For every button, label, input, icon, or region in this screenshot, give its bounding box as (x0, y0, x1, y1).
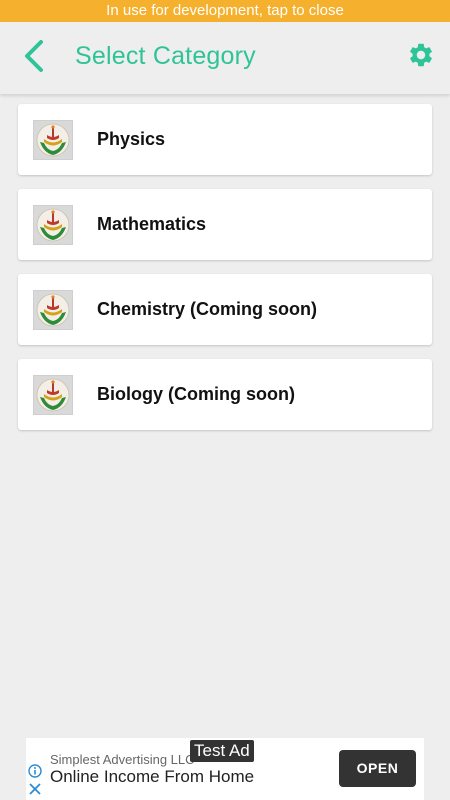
dev-banner[interactable]: In use for development, tap to close (0, 0, 450, 22)
info-icon[interactable] (28, 764, 42, 778)
ad-headline[interactable]: Online Income From Home (50, 767, 254, 787)
ad-advertiser: Simplest Advertising LLC (50, 752, 195, 767)
emblem-logo (33, 290, 73, 330)
category-label: Mathematics (97, 214, 207, 234)
ad-banner[interactable]: Simplest Advertising LLC Test Ad Online … (26, 738, 424, 800)
category-item-chemistry[interactable]: Chemistry (Coming soon) (18, 274, 432, 345)
category-list: Physics Mathematics Chemistry (Coming so… (18, 104, 432, 444)
emblem-logo (33, 120, 73, 160)
page-title: Select Category (75, 42, 256, 70)
back-button[interactable] (14, 36, 54, 80)
app-bar: Select Category (0, 22, 450, 94)
chevron-left-icon (23, 39, 45, 78)
category-label: Chemistry (Coming soon) (97, 299, 318, 319)
category-item-mathematics[interactable]: Mathematics (18, 189, 432, 260)
settings-button[interactable] (406, 42, 436, 72)
category-label: Physics (97, 129, 166, 149)
close-icon[interactable] (28, 782, 42, 796)
category-item-physics[interactable]: Physics (18, 104, 432, 175)
emblem-logo (33, 375, 73, 415)
gear-icon (407, 41, 435, 74)
category-item-biology[interactable]: Biology (Coming soon) (18, 359, 432, 430)
category-label: Biology (Coming soon) (97, 384, 295, 404)
emblem-logo (33, 205, 73, 245)
ad-open-button[interactable]: OPEN (339, 750, 416, 787)
ad-test-badge: Test Ad (190, 740, 254, 762)
